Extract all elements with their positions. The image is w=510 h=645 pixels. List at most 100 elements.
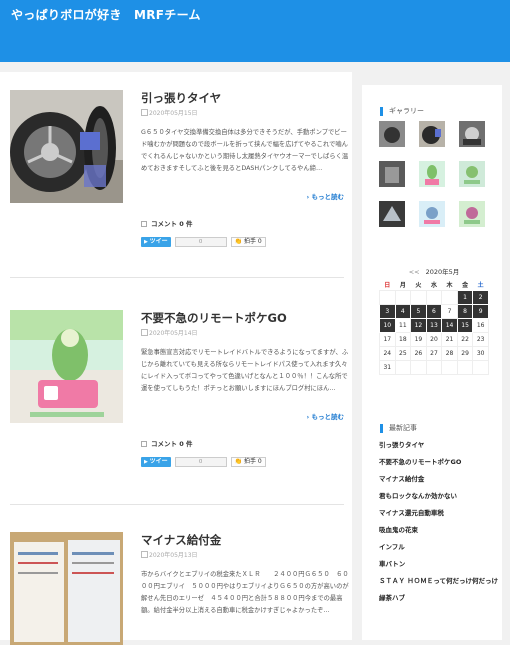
recent-post-link[interactable]: 吸血鬼の花束 xyxy=(379,526,499,543)
share-count: 0 xyxy=(174,237,227,247)
social-buttons: ツイー 0 👏 拍手 0 xyxy=(141,237,266,247)
comment-label: コメント 0 件 xyxy=(151,440,193,448)
pokemon-screenshot-icon xyxy=(10,310,123,423)
comment-count[interactable]: コメント 0 件 xyxy=(141,438,193,448)
post-date: 2020年05月15日 xyxy=(141,108,198,117)
post-thumbnail[interactable] xyxy=(10,90,123,203)
calendar-day[interactable]: 3 xyxy=(379,303,396,319)
clap-icon: 👏 xyxy=(234,458,243,465)
post-thumbnail[interactable] xyxy=(10,532,123,645)
recent-post-link[interactable]: 緑茶ハブ xyxy=(379,594,499,611)
recent-posts-title: 最新記事 xyxy=(380,424,417,433)
recent-post-link[interactable]: 不要不急のリモートポケGO xyxy=(379,458,499,475)
post-thumbnail[interactable] xyxy=(10,310,123,423)
recent-post-link[interactable]: ＳＴＡＹ ＨＯＭＥって何だっけ何だっけ xyxy=(379,577,499,594)
photo-icon xyxy=(419,121,445,147)
calendar-day[interactable]: 1 xyxy=(456,289,474,305)
photo-icon xyxy=(379,161,405,187)
comment-label: コメント 0 件 xyxy=(151,220,193,228)
post-list: 引っ張りタイヤ 2020年05月15日 G６５０タイヤ交換準備交換自体は多分でき… xyxy=(0,72,352,645)
gallery-thumb[interactable] xyxy=(379,201,405,227)
post-card: 引っ張りタイヤ 2020年05月15日 G６５０タイヤ交換準備交換自体は多分でき… xyxy=(0,90,352,260)
read-more-link[interactable]: もっと読む xyxy=(307,191,345,201)
calendar-day: 21 xyxy=(441,331,458,347)
site-title[interactable]: やっぱりボロが好き MRFチーム xyxy=(11,6,201,23)
share-count: 0 xyxy=(174,457,227,467)
weekday-header: 金 xyxy=(457,280,473,290)
calendar-day: 27 xyxy=(425,345,443,361)
gallery-thumb[interactable] xyxy=(459,201,485,227)
recent-post-link[interactable]: インフル xyxy=(379,543,499,560)
calendar-day[interactable]: 2 xyxy=(472,289,489,305)
post-title[interactable]: 不要不急のリモートポケGO xyxy=(141,310,287,326)
calendar-day[interactable]: 5 xyxy=(410,303,427,319)
gallery-grid xyxy=(379,121,489,227)
clap-label: 拍手 0 xyxy=(244,458,262,465)
weekday-header: 水 xyxy=(426,280,442,290)
gallery-thumb[interactable] xyxy=(419,161,445,187)
social-buttons: ツイー 0 👏 拍手 0 xyxy=(141,457,266,467)
calendar-day: 29 xyxy=(456,345,474,361)
calendar-day: 31 xyxy=(379,359,396,375)
recent-post-link[interactable]: 君もロックなんか効かない xyxy=(379,492,499,509)
calendar-day[interactable]: 12 xyxy=(410,317,427,333)
gallery-thumb[interactable] xyxy=(419,121,445,147)
gallery-thumb[interactable] xyxy=(459,121,485,147)
calendar-day: 24 xyxy=(379,345,396,361)
calendar-day xyxy=(472,359,489,375)
weekday-header: 土 xyxy=(472,280,489,290)
recent-post-link[interactable]: 車バトン xyxy=(379,560,499,577)
calendar-table: 日月火水木金土 1 2 3 4 5 6 7 8 9 10 11 12 13 14 15 16 17 18 19 20 21… xyxy=(379,280,489,375)
calendar-day[interactable]: 4 xyxy=(394,303,412,319)
calendar-day xyxy=(394,359,412,375)
clap-button[interactable]: 👏 拍手 0 xyxy=(230,237,266,247)
calendar-day xyxy=(410,359,427,375)
gallery-thumb[interactable] xyxy=(459,161,485,187)
calendar-day xyxy=(410,289,427,305)
calendar-day[interactable]: 15 xyxy=(456,317,474,333)
post-card: 不要不急のリモートポケGO 2020年05月14日 緊急事態宣言対応でリモートレ… xyxy=(0,310,352,480)
calendar-day[interactable]: 10 xyxy=(379,317,396,333)
photo-icon xyxy=(459,161,485,187)
gallery-thumb[interactable] xyxy=(379,121,405,147)
calendar-day[interactable]: 6 xyxy=(425,303,443,319)
tax-document-photo-icon xyxy=(10,532,123,645)
gallery-thumb[interactable] xyxy=(419,201,445,227)
calendar-day: 19 xyxy=(410,331,427,347)
calendar-day: 11 xyxy=(394,317,412,333)
calendar-day[interactable]: 14 xyxy=(441,317,458,333)
sidebar: ギャラリー << 2020年5月 日月火水木金土 1 2 3 4 5 6 7 8 9 10 11 12 13… xyxy=(362,85,502,640)
calendar-day: 20 xyxy=(425,331,443,347)
comment-icon xyxy=(141,441,147,447)
gallery-thumb[interactable] xyxy=(379,161,405,187)
clap-button[interactable]: 👏 拍手 0 xyxy=(230,457,266,467)
calendar-day: 30 xyxy=(472,345,489,361)
calendar-day xyxy=(441,289,458,305)
photo-icon xyxy=(419,201,445,227)
calendar-day: 25 xyxy=(394,345,412,361)
recent-post-link[interactable]: マイナス還元自動車税 xyxy=(379,509,499,526)
calendar-day: 17 xyxy=(379,331,396,347)
comment-count[interactable]: コメント 0 件 xyxy=(141,218,193,228)
calendar-day xyxy=(379,289,396,305)
recent-post-link[interactable]: マイナス給付金 xyxy=(379,475,499,492)
post-title[interactable]: 引っ張りタイヤ xyxy=(141,90,221,106)
calendar-day: 16 xyxy=(472,317,489,333)
calendar-header: << 2020年5月 xyxy=(379,267,489,277)
calendar-widget: << 2020年5月 日月火水木金土 1 2 3 4 5 6 7 8 9 10 11 12 13 14 15 16… xyxy=(379,267,489,375)
recent-post-link[interactable]: 引っ張りタイヤ xyxy=(379,441,499,458)
weekday-header: 火 xyxy=(410,280,427,290)
tweet-button[interactable]: ツイー xyxy=(141,237,171,247)
calendar-day[interactable]: 13 xyxy=(425,317,443,333)
weekday-header: 月 xyxy=(395,280,411,290)
calendar-day[interactable]: 8 xyxy=(456,303,474,319)
calendar-day[interactable]: 9 xyxy=(472,303,489,319)
site-header: やっぱりボロが好き MRFチーム xyxy=(0,0,510,62)
read-more-link[interactable]: もっと読む xyxy=(307,411,345,421)
tweet-button[interactable]: ツイー xyxy=(141,457,171,467)
post-divider xyxy=(10,277,344,278)
recent-posts-list: 引っ張りタイヤ 不要不急のリモートポケGO マイナス給付金 君もロックなんか効かないマ… xyxy=(379,441,499,611)
tire-photo-icon xyxy=(10,90,123,203)
calendar-prev-link[interactable]: << xyxy=(409,268,420,276)
post-title[interactable]: マイナス給付金 xyxy=(141,532,221,548)
